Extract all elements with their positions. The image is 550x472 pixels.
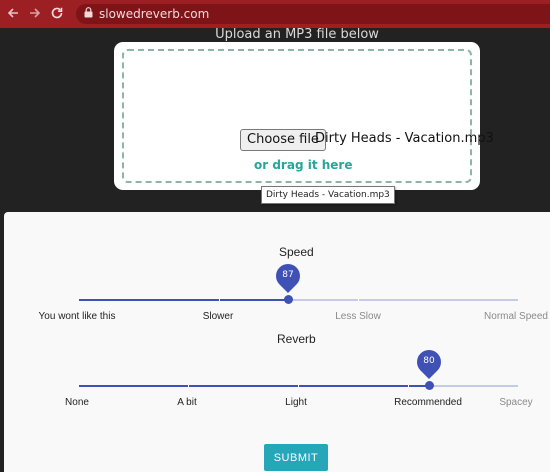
choose-file-button[interactable]: Choose file bbox=[240, 129, 326, 151]
speed-mark-label: Less Slow bbox=[335, 311, 381, 322]
reverb-mark-label: Light bbox=[285, 397, 307, 408]
upload-title: Upload an MP3 file below bbox=[215, 27, 379, 42]
file-tooltip: Dirty Heads - Vacation.mp3 bbox=[261, 186, 395, 204]
upload-card: Choose file Dirty Heads - Vacation.mp3 o… bbox=[114, 42, 494, 190]
speed-mark-label: Normal Speed bbox=[484, 311, 548, 322]
reverb-tick bbox=[188, 385, 189, 387]
speed-slider[interactable]: 87 bbox=[79, 259, 518, 304]
reverb-mark-label: Recommended bbox=[394, 397, 462, 408]
selected-file-name: Dirty Heads - Vacation.mp3 bbox=[315, 131, 494, 146]
speed-tick bbox=[358, 299, 359, 301]
address-bar[interactable]: slowedreverb.com bbox=[76, 4, 550, 24]
speed-slider-fill bbox=[79, 299, 288, 301]
reverb-mark-label: Spacey bbox=[499, 397, 533, 408]
speed-label: Speed bbox=[279, 245, 314, 259]
lock-icon bbox=[84, 5, 93, 23]
back-icon[interactable] bbox=[4, 4, 22, 22]
reverb-label: Reverb bbox=[277, 332, 316, 346]
speed-tick bbox=[219, 299, 220, 301]
reverb-tick bbox=[408, 385, 409, 387]
browser-toolbar: slowedreverb.com bbox=[0, 0, 550, 28]
url-text: slowedreverb.com bbox=[99, 7, 210, 21]
reverb-value: 80 bbox=[423, 356, 435, 366]
drag-hint: or drag it here bbox=[254, 158, 353, 172]
reload-icon[interactable] bbox=[48, 4, 66, 22]
submit-button[interactable]: SUBMIT bbox=[264, 444, 328, 471]
reverb-slider[interactable]: 80 bbox=[79, 345, 518, 390]
reverb-mark-label: A bit bbox=[177, 397, 197, 408]
speed-mark-label: Slower bbox=[202, 311, 234, 322]
reverb-slider-thumb[interactable] bbox=[424, 381, 434, 390]
speed-value: 87 bbox=[282, 270, 294, 280]
forward-icon[interactable] bbox=[26, 4, 44, 22]
reverb-mark-label: None bbox=[65, 397, 89, 408]
speed-slider-thumb[interactable] bbox=[283, 295, 293, 304]
reverb-slider-fill bbox=[79, 385, 429, 387]
reverb-tick bbox=[298, 385, 299, 387]
speed-mark-label: You wont like this bbox=[38, 311, 116, 322]
